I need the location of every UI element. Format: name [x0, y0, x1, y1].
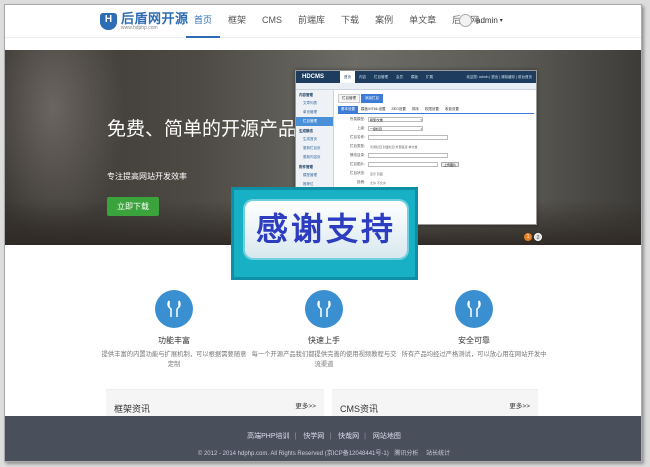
more-link[interactable]: 更多>> — [509, 400, 530, 410]
footer-link[interactable]: 高端PHP培训 — [247, 433, 289, 440]
admin-sub-tab: 收费设置 — [444, 107, 459, 111]
feature-desc: 每一个开源产品我们都提供完善的使用视频教程与交流渠道 — [251, 351, 397, 368]
user-name: admin — [476, 16, 498, 25]
admin-sub-tab: 排序 — [411, 107, 419, 111]
carousel-dot[interactable]: 1 — [524, 233, 532, 241]
wrench-icon — [305, 290, 343, 328]
logo-url: www.hdphp.com — [121, 25, 158, 31]
admin-main-tab: 栏目管理 — [338, 94, 360, 103]
site-logo[interactable]: 后盾网开源 www.hdphp.com — [100, 12, 189, 31]
side-item: 文章列表 — [303, 101, 317, 105]
nav-home[interactable]: 首页 — [186, 5, 221, 38]
nav-cms[interactable]: CMS — [254, 5, 290, 38]
copyright: © 2012 - 2014 hdphp.com. All Rights Rese… — [5, 448, 641, 457]
cms-news-panel: CMS资讯 更多>> — [332, 389, 538, 419]
side-group-title: 内容管理 — [299, 93, 313, 97]
side-item: 生成首页 — [303, 137, 317, 141]
footer-link[interactable]: 网站地图 — [373, 433, 401, 440]
field-label: 投稿: — [357, 180, 365, 184]
hero-title: 免费、简单的开源产品 — [107, 118, 298, 140]
admin-sub-tab: SEO设置 — [391, 107, 406, 111]
user-menu[interactable]: admin ▾ — [459, 14, 503, 27]
feature-desc: 所有产品均经过严格测试，可以放心用在网站开发中 — [401, 351, 547, 358]
side-group-title: 附件管理 — [299, 165, 313, 169]
framework-news-panel: 框架资讯 更多>> — [106, 389, 324, 419]
field-value: 一级栏目 — [368, 126, 423, 131]
side-group-title: 生成静态 — [299, 129, 313, 133]
feature-card: 快速上手 每一个开源产品我们都提供完善的使用视频教程与交流渠道 — [249, 290, 399, 370]
nav-frontend-lib[interactable]: 前端库 — [290, 5, 333, 38]
admin-tab: 首页 — [340, 71, 355, 83]
main-nav: 首页 框架 CMS 前端库 下载 案例 单文章 后盾网 — [186, 5, 487, 38]
carousel-dot[interactable]: 2 — [534, 233, 542, 241]
browser-page: 后盾网开源 www.hdphp.com 首页 框架 CMS 前端库 下载 案例 … — [4, 4, 642, 462]
stamp-text: 感谢支持 — [255, 210, 396, 248]
admin-sub-tab: 权限设置 — [424, 107, 439, 111]
field-label: 栏目状态: — [350, 171, 365, 175]
carousel-indicators: 1 2 — [524, 233, 544, 241]
admin-logo: HDCMS — [302, 74, 324, 80]
admin-tab: 内容 — [359, 74, 366, 79]
logo-name: 后盾网开源 — [121, 11, 189, 26]
feature-desc: 提供丰富的内置功能与扩展机制，可以根据需要随意定制 — [101, 351, 247, 368]
top-navbar: 后盾网开源 www.hdphp.com 首页 框架 CMS 前端库 下载 案例 … — [5, 5, 641, 38]
field-value: 允许 不允许 — [370, 180, 386, 185]
field-value: 普通栏目 封面栏目 外部链接 单文章 — [370, 144, 418, 149]
admin-top-right: 欢迎您: admin | 退出 | 清除缓存 | 前台首页 — [466, 74, 532, 79]
field-label: 静态目录: — [350, 153, 365, 157]
chevron-down-icon: ▾ — [499, 18, 503, 24]
footer-link[interactable]: 快学网 — [303, 433, 324, 440]
field-label: 栏目名称: — [350, 135, 365, 139]
feature-card: 安全可靠 所有产品均经过严格测试，可以放心用在网站开发中 — [399, 290, 549, 360]
download-button[interactable]: 立即下载 — [107, 197, 159, 216]
thanks-stamp-overlay: 感谢支持 — [231, 187, 418, 280]
field-value: 模型/文章 — [368, 117, 423, 122]
avatar — [459, 14, 472, 27]
admin-sub-tab: 基本设置 — [338, 106, 358, 113]
nav-cases[interactable]: 案例 — [367, 5, 401, 38]
field-label: 上级: — [357, 126, 365, 130]
nav-framework[interactable]: 框架 — [220, 5, 254, 38]
footer: 高端PHP培训 | 快学网 | 快哉网 | 网站地图 © 2012 - 2014 hd… — [5, 416, 641, 461]
analytics-link[interactable]: 腾讯分析 — [394, 451, 418, 457]
field-value: 显示 隐藏 — [370, 171, 383, 176]
footer-links: 高端PHP培训 | 快学网 | 快哉网 | 网站地图 — [247, 433, 401, 440]
nav-single-article[interactable]: 单文章 — [401, 5, 444, 38]
field-label: 栏目图片: — [350, 162, 365, 166]
side-item: 更新栏目页 — [303, 146, 321, 150]
copyright-text: © 2012 - 2014 hdphp.com. All Rights Rese… — [197, 451, 389, 457]
admin-main-tab: 添加栏目 — [361, 94, 383, 103]
field-label: 所属模型: — [350, 117, 365, 121]
field-value — [368, 153, 448, 158]
wrench-icon — [455, 290, 493, 328]
side-item: 栏目管理 — [296, 117, 333, 126]
panel-title: 框架资讯 — [114, 404, 151, 414]
field-label: 栏目类型: — [350, 144, 365, 148]
admin-sub-tab: 模板/HTML设置 — [361, 107, 386, 111]
feature-card: 功能丰富 提供丰富的内置功能与扩展机制，可以根据需要随意定制 — [99, 290, 249, 370]
side-item: 模型管理 — [303, 173, 317, 177]
shield-logo-icon — [100, 13, 117, 30]
more-link[interactable]: 更多>> — [295, 400, 316, 410]
footer-link[interactable]: 快哉网 — [338, 433, 359, 440]
features-section: 功能丰富 提供丰富的内置功能与扩展机制，可以根据需要随意定制 快速上手 每一个开… — [5, 290, 641, 380]
panel-title: CMS资讯 — [340, 404, 378, 414]
feature-title: 功能丰富 — [158, 336, 190, 345]
admin-tab: 模板 — [411, 74, 418, 79]
feature-title: 安全可靠 — [458, 336, 490, 345]
admin-tab: 扩展 — [426, 74, 433, 79]
side-item: 更新内容页 — [303, 155, 321, 159]
nav-download[interactable]: 下载 — [333, 5, 367, 38]
admin-tab: 会员 — [396, 74, 403, 79]
wrench-icon — [155, 290, 193, 328]
admin-tab: 栏目管理 — [374, 74, 388, 79]
side-item: 单页管理 — [303, 110, 317, 114]
feature-title: 快速上手 — [308, 336, 340, 345]
field-value — [368, 162, 438, 167]
hero-subtitle: 专注提高网站开发效率 — [107, 172, 187, 181]
admin-main: 栏目管理 添加栏目 基本设置 模板/HTML设置 SEO设置 排序 权限设置 收… — [338, 94, 534, 186]
analytics-link[interactable]: 站长统计 — [426, 451, 450, 457]
upload-button: 上传图片 — [441, 162, 460, 167]
field-value — [368, 135, 448, 140]
